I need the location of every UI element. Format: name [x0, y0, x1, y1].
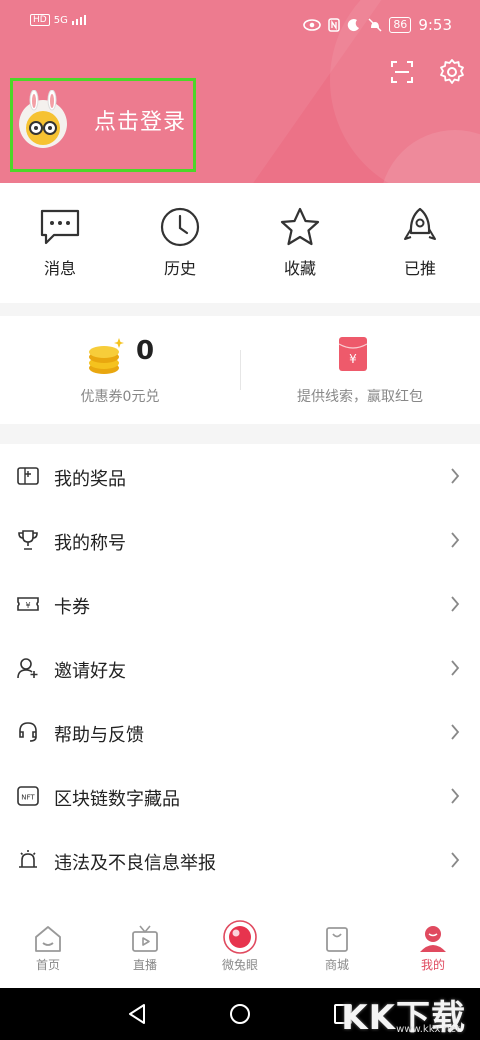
battery-level: 86 — [389, 17, 412, 33]
signal-indicator: 5G — [53, 14, 68, 26]
quick-actions: 消息 历史 收藏 已推 — [0, 183, 480, 303]
chevron-right-icon — [451, 532, 460, 548]
signal-bars-icon — [71, 15, 86, 25]
moon-icon — [348, 19, 360, 32]
ticket-icon: ¥ — [17, 597, 39, 611]
menu-item-titles[interactable]: 我的称号 — [0, 509, 480, 573]
menu-item-help[interactable]: 帮助与反馈 — [0, 701, 480, 765]
scan-icon[interactable] — [388, 58, 416, 86]
alarm-icon — [19, 850, 37, 868]
rocket-icon — [404, 207, 436, 240]
menu-item-label: 区块链数字藏品 — [54, 789, 180, 810]
menu-item-report[interactable]: 违法及不良信息举报 — [0, 829, 480, 893]
nav-mine[interactable]: 我的 — [398, 924, 468, 973]
nav-label: 我的 — [420, 958, 445, 972]
coupon-section[interactable]: 0 优惠券0元兑 — [0, 316, 240, 424]
clock-icon — [160, 207, 200, 247]
chevron-right-icon — [451, 788, 460, 804]
menu-item-label: 卡券 — [54, 597, 90, 618]
status-right: 86 9:53 — [303, 16, 452, 34]
clock-time: 9:53 — [418, 16, 452, 34]
nav-home[interactable]: 首页 — [13, 924, 83, 973]
star-icon — [280, 207, 320, 246]
profile-header: HD 5G 86 9:53 点击登录 — [0, 0, 480, 183]
trophy-icon — [18, 530, 38, 550]
chevron-right-icon — [451, 596, 460, 612]
back-icon[interactable] — [126, 1002, 148, 1026]
hd-badge: HD — [30, 14, 50, 26]
nav-label: 直播 — [132, 958, 157, 972]
menu-item-label: 违法及不良信息举报 — [54, 853, 216, 874]
red-packet-icon[interactable]: ¥ — [338, 336, 368, 372]
chevron-right-icon — [451, 660, 460, 676]
quick-action-label: 消息 — [43, 259, 76, 278]
menu-item-prizes[interactable]: 我的奖品 — [0, 445, 480, 509]
coupon-card: 0 优惠券0元兑 ¥ 提供线索，赢取红包 — [0, 316, 480, 424]
divider — [240, 350, 241, 390]
nav-live[interactable]: 直播 — [110, 924, 180, 973]
nav-label: 商城 — [324, 958, 349, 972]
prize-icon — [17, 467, 39, 485]
highlight-box — [10, 78, 196, 172]
chevron-right-icon — [451, 724, 460, 740]
menu-list: 我的奖品 我的称号 ¥ 卡券 邀请好友 帮助与反馈 NFT 区块链数字藏品 违法… — [0, 444, 480, 916]
eye-icon — [223, 920, 257, 954]
svg-text:NFT: NFT — [21, 794, 35, 802]
quick-action-messages[interactable]: 消息 — [20, 207, 100, 279]
status-left: HD 5G — [30, 14, 86, 26]
quick-action-label: 已推 — [403, 259, 436, 278]
svg-text:¥: ¥ — [349, 352, 357, 366]
nav-mall[interactable]: 商城 — [302, 924, 372, 973]
quick-action-label: 历史 — [163, 259, 196, 278]
bottom-nav: 首页 直播 微兔眼 商城 我的 — [0, 916, 480, 988]
menu-item-nft[interactable]: NFT 区块链数字藏品 — [0, 765, 480, 829]
bag-icon — [326, 927, 348, 952]
clue-label[interactable]: 提供线索，赢取红包 — [240, 386, 480, 406]
quick-action-pushed[interactable]: 已推 — [380, 207, 460, 279]
nft-icon: NFT — [17, 786, 39, 806]
menu-item-coupons[interactable]: ¥ 卡券 — [0, 573, 480, 637]
mute-bell-icon — [368, 18, 382, 32]
quick-action-label: 收藏 — [283, 259, 316, 278]
quick-action-history[interactable]: 历史 — [140, 207, 220, 279]
coin-stack-icon — [89, 338, 124, 374]
menu-item-label: 我的称号 — [54, 533, 126, 554]
eye-status-icon — [303, 19, 322, 31]
add-user-icon — [17, 658, 38, 679]
settings-icon[interactable] — [438, 58, 466, 86]
tv-icon — [132, 925, 158, 952]
nfc-icon — [328, 18, 341, 32]
nav-label: 首页 — [35, 958, 60, 972]
menu-item-label: 帮助与反馈 — [54, 725, 144, 746]
home-button-icon[interactable] — [228, 1002, 252, 1026]
nav-label: 微兔眼 — [221, 958, 258, 972]
chevron-right-icon — [451, 468, 460, 484]
menu-item-label: 我的奖品 — [54, 469, 126, 490]
headset-icon — [19, 722, 37, 742]
message-icon — [40, 209, 80, 245]
watermark-url: www.kkx.net — [396, 1024, 460, 1035]
chevron-right-icon — [451, 852, 460, 868]
status-bar: HD 5G 86 9:53 — [0, 0, 480, 50]
menu-item-invite[interactable]: 邀请好友 — [0, 637, 480, 701]
coupon-count: 0 — [136, 336, 155, 366]
menu-item-label: 邀请好友 — [54, 661, 126, 682]
svg-text:¥: ¥ — [25, 601, 30, 610]
quick-action-favorites[interactable]: 收藏 — [260, 207, 340, 279]
coupon-label: 优惠券0元兑 — [80, 389, 160, 405]
profile-icon — [420, 926, 446, 952]
nav-weituyan[interactable]: 微兔眼 — [205, 920, 275, 973]
home-icon — [35, 926, 61, 952]
